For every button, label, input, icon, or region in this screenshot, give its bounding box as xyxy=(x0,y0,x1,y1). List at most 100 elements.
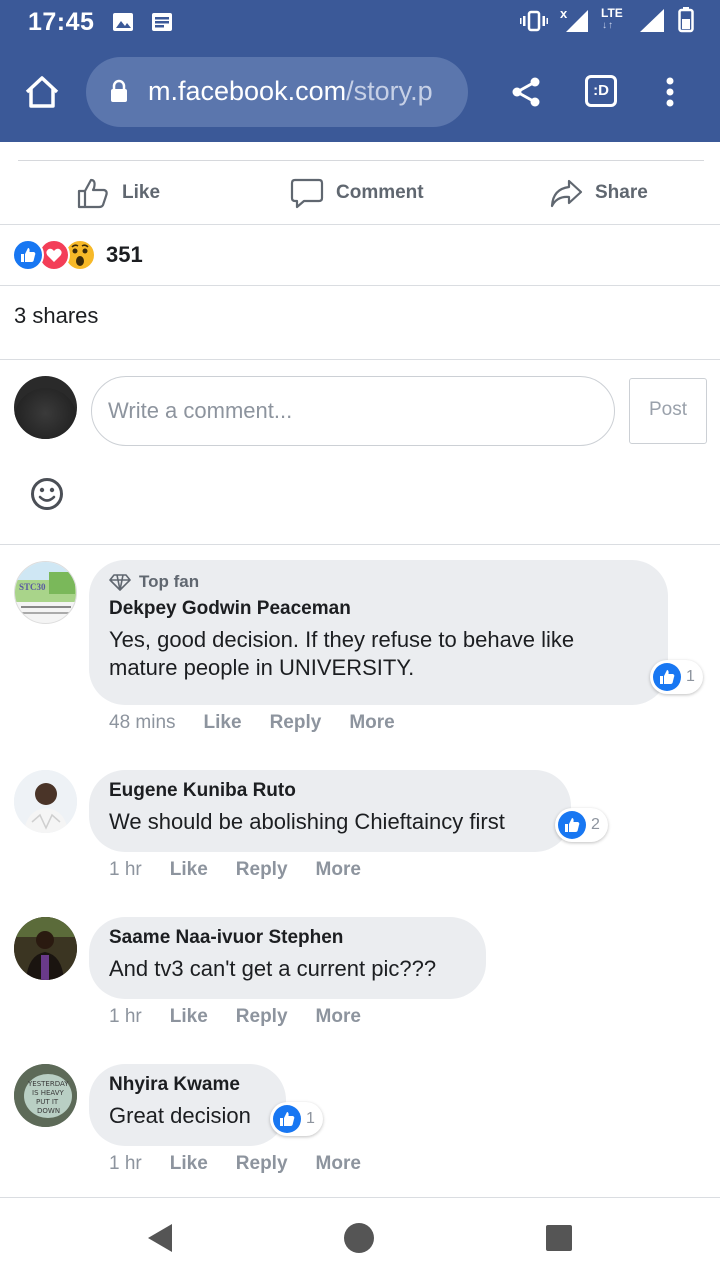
comment-like-link[interactable]: Like xyxy=(170,1006,208,1028)
recents-icon[interactable] xyxy=(545,1224,573,1252)
comment-more-link[interactable]: More xyxy=(349,712,394,734)
gallery-icon xyxy=(113,13,133,31)
no-signal-icon: x xyxy=(560,6,588,32)
comment-meta: 48 mins Like Reply More xyxy=(109,712,423,734)
shares-count[interactable]: 3 shares xyxy=(14,303,98,329)
commenter-avatar[interactable] xyxy=(14,770,77,833)
url-text: m.facebook.com/story.p xyxy=(148,76,458,107)
commenter-avatar[interactable] xyxy=(14,917,77,980)
commenter-avatar[interactable]: STC30 xyxy=(14,561,77,624)
like-count: 1 xyxy=(686,668,695,685)
comment-like-count[interactable]: 2 xyxy=(555,808,608,842)
comment-time: 1 hr xyxy=(109,1006,142,1027)
comment-reply-link[interactable]: Reply xyxy=(236,1153,288,1175)
address-bar[interactable]: m.facebook.com/story.p xyxy=(86,57,468,127)
comment-author[interactable]: Dekpey Godwin Peaceman xyxy=(109,598,648,620)
comment-like-link[interactable]: Like xyxy=(170,1153,208,1175)
vibrate-icon xyxy=(520,10,548,32)
comment-label: Comment xyxy=(336,182,424,203)
comment-like-count[interactable]: 1 xyxy=(650,660,703,694)
reaction-count: 351 xyxy=(106,242,143,267)
like-button[interactable]: Like xyxy=(76,172,160,214)
comment-author[interactable]: Eugene Kuniba Ruto xyxy=(109,780,551,802)
signal-icon xyxy=(640,9,664,32)
reactions-summary[interactable]: 351 xyxy=(12,237,143,273)
svg-text:PUT IT: PUT IT xyxy=(36,1098,59,1106)
comment-like-link[interactable]: Like xyxy=(170,859,208,881)
svg-text:IS HEAVY: IS HEAVY xyxy=(32,1089,65,1097)
comment-like-link[interactable]: Like xyxy=(204,712,242,734)
comment-text: Yes, good decision. If they refuse to be… xyxy=(109,627,575,680)
svg-text:YESTERDAY: YESTERDAY xyxy=(27,1080,69,1088)
share-label: Share xyxy=(595,182,648,203)
svg-text:x: x xyxy=(560,6,568,21)
comment-reply-link[interactable]: Reply xyxy=(236,1006,288,1028)
comment-meta: 1 hr Like Reply More xyxy=(109,1006,389,1028)
home-icon[interactable] xyxy=(24,75,60,109)
comment-input[interactable]: Write a comment... xyxy=(91,376,615,446)
comment-more-link[interactable]: More xyxy=(316,859,361,881)
status-time: 17:45 xyxy=(28,8,95,36)
more-options-icon[interactable] xyxy=(664,76,676,110)
lock-icon xyxy=(111,79,127,102)
back-icon[interactable] xyxy=(146,1222,174,1254)
like-reaction-icon xyxy=(273,1105,301,1133)
home-nav-icon[interactable] xyxy=(343,1222,375,1254)
share-arrow-icon xyxy=(550,179,583,208)
divider xyxy=(0,224,720,225)
divider xyxy=(0,359,720,360)
comment-text: We should be abolishing Chieftaincy firs… xyxy=(109,809,505,834)
like-reaction-icon xyxy=(558,811,586,839)
system-navigation-bar xyxy=(0,1198,720,1280)
comment-bubble[interactable]: Eugene Kuniba Ruto We should be abolishi… xyxy=(89,770,571,852)
commenter-avatar[interactable]: YESTERDAY IS HEAVY PUT IT DOWN xyxy=(14,1064,77,1127)
comment-author[interactable]: Nhyira Kwame xyxy=(109,1074,266,1096)
network-type: LTE xyxy=(601,6,623,20)
share-post-button[interactable]: Share xyxy=(549,172,648,214)
comment-reply-link[interactable]: Reply xyxy=(236,859,288,881)
diamond-icon xyxy=(109,574,131,591)
comment-button[interactable]: Comment xyxy=(290,172,424,214)
thumbs-up-icon xyxy=(77,178,108,209)
comment-time: 1 hr xyxy=(109,859,142,880)
comment-reply-link[interactable]: Reply xyxy=(270,712,322,734)
battery-icon xyxy=(678,7,694,33)
url-path: /story.p xyxy=(346,76,433,106)
post-button[interactable]: Post xyxy=(629,378,707,444)
divider xyxy=(0,544,720,545)
svg-text:STC30: STC30 xyxy=(19,582,46,592)
like-count: 2 xyxy=(591,816,600,833)
user-avatar xyxy=(14,376,77,439)
comment-author[interactable]: Saame Naa-ivuor Stephen xyxy=(109,927,466,949)
comment-more-link[interactable]: More xyxy=(316,1006,361,1028)
like-count: 1 xyxy=(306,1110,315,1127)
comment-time: 48 mins xyxy=(109,712,176,733)
divider xyxy=(0,285,720,286)
comment-bubble[interactable]: Nhyira Kwame Great decision xyxy=(89,1064,286,1146)
news-icon xyxy=(152,13,172,31)
share-icon[interactable] xyxy=(511,77,541,107)
emoji-icon[interactable] xyxy=(30,477,64,511)
top-fan-badge: Top fan xyxy=(109,572,648,592)
post-actions: Like Comment Share xyxy=(0,162,720,224)
status-bar: 17:45 x LTE ↓↑ xyxy=(0,0,720,44)
comment-meta: 1 hr Like Reply More xyxy=(109,859,389,881)
comment-icon xyxy=(290,178,324,209)
data-arrows-icon: ↓↑ xyxy=(602,20,614,31)
browser-toolbar: m.facebook.com/story.p :D xyxy=(0,44,720,142)
tab-switcher-button[interactable]: :D xyxy=(585,75,617,107)
comment-like-count[interactable]: 1 xyxy=(270,1102,323,1136)
comment-time: 1 hr xyxy=(109,1153,142,1174)
comment-bubble[interactable]: Saame Naa-ivuor Stephen And tv3 can't ge… xyxy=(89,917,486,999)
comment-bubble[interactable]: Top fan Dekpey Godwin Peaceman Yes, good… xyxy=(89,560,668,705)
svg-text:DOWN: DOWN xyxy=(37,1107,60,1115)
tab-count: :D xyxy=(593,82,609,99)
like-label: Like xyxy=(122,182,161,203)
comment-more-link[interactable]: More xyxy=(316,1153,361,1175)
top-fan-label: Top fan xyxy=(139,572,200,591)
comment-text: And tv3 can't get a current pic??? xyxy=(109,956,437,981)
divider xyxy=(18,160,704,161)
like-reaction-icon xyxy=(12,239,44,271)
comment-meta: 1 hr Like Reply More xyxy=(109,1153,389,1175)
url-domain: m.facebook.com xyxy=(148,76,347,106)
